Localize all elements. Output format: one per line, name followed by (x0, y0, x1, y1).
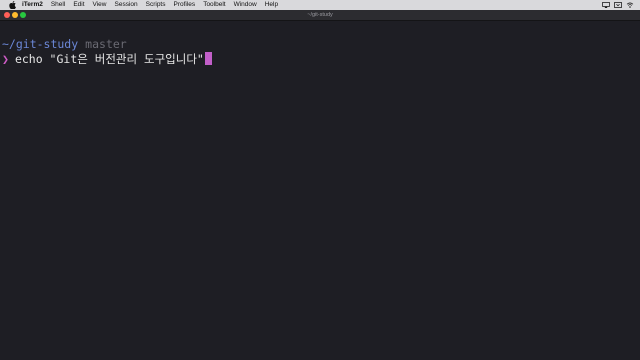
menu-help[interactable]: Help (265, 0, 278, 10)
menu-profiles[interactable]: Profiles (174, 0, 196, 10)
menu-iterm2[interactable]: iTerm2 (22, 0, 43, 10)
menu-shell[interactable]: Shell (51, 0, 65, 10)
dropbox-icon[interactable] (614, 2, 622, 8)
airplay-icon[interactable] (602, 2, 610, 8)
menu-bar: iTerm2 Shell Edit View Session Scripts P… (0, 0, 640, 10)
menu-edit[interactable]: Edit (73, 0, 84, 10)
menu-window[interactable]: Window (234, 0, 257, 10)
command-line[interactable]: ❯ echo "Git은 버전관리 도구입니다" (2, 52, 212, 66)
terminal-pane[interactable]: ~/git-study master ❯ echo "Git은 버전관리 도구입니다… (0, 21, 640, 360)
menu-scripts[interactable]: Scripts (146, 0, 166, 10)
git-branch: master (85, 37, 127, 51)
window-title-bar[interactable]: ~/git-study (0, 10, 640, 21)
menu-toolbelt[interactable]: Toolbelt (203, 0, 225, 10)
prompt-info-line: ~/git-study master (2, 37, 127, 51)
apple-icon[interactable] (9, 1, 16, 9)
current-path: ~/git-study (2, 37, 79, 51)
menu-session[interactable]: Session (115, 0, 138, 10)
menu-view[interactable]: View (93, 0, 107, 10)
prompt-symbol: ❯ (2, 52, 9, 66)
command-input[interactable]: echo "Git은 버전관리 도구입니다" (15, 52, 204, 66)
window-title: ~/git-study (307, 12, 333, 18)
wifi-icon[interactable] (626, 2, 634, 8)
status-tray (602, 0, 634, 10)
text-cursor (204, 52, 212, 65)
